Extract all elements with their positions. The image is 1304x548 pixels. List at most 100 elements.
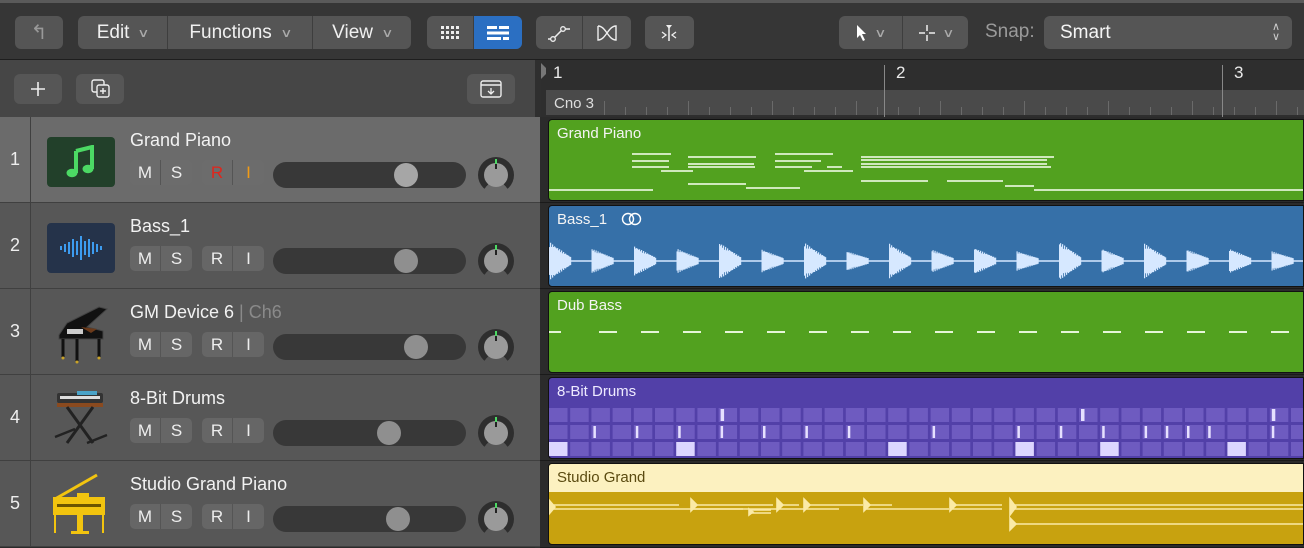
midi-notes <box>549 331 1289 333</box>
volume-slider-handle[interactable] <box>404 335 428 359</box>
drum-hit <box>1144 426 1148 438</box>
mute-solo-group: M S <box>130 504 192 529</box>
volume-slider-handle[interactable] <box>377 421 401 445</box>
waveform-sample <box>740 257 742 265</box>
pan-knob[interactable] <box>478 329 514 365</box>
flex-button[interactable] <box>583 16 631 49</box>
mute-button[interactable]: M <box>130 160 161 185</box>
marquee-crosshair-tool-icon <box>919 24 936 41</box>
record-enable-button[interactable]: R <box>202 160 233 185</box>
midi-region[interactable]: Dub Bass <box>548 291 1304 373</box>
ruler-tick <box>1213 107 1214 115</box>
drum-cell <box>655 408 674 422</box>
input-monitor-button[interactable]: I <box>233 504 264 529</box>
solo-button[interactable]: S <box>161 332 192 357</box>
midi-region[interactable]: Grand Piano <box>548 119 1304 201</box>
mute-button[interactable]: M <box>130 504 161 529</box>
drum-cell <box>570 408 589 422</box>
volume-slider-handle[interactable] <box>394 163 418 187</box>
bar-ruler[interactable]: 1 2 3 <box>546 60 1304 88</box>
input-monitor-button[interactable]: I <box>233 332 264 357</box>
add-track-button[interactable] <box>14 74 62 104</box>
solo-button[interactable]: S <box>161 246 192 271</box>
automation-button[interactable] <box>536 16 583 49</box>
volume-slider[interactable] <box>273 248 466 274</box>
drum-hit <box>720 409 725 421</box>
track-header[interactable]: 4 8-Bit Drums M S R I <box>0 375 540 461</box>
drum-cell <box>1248 425 1268 439</box>
track-name[interactable]: 8-Bit Drums <box>130 388 225 409</box>
input-monitor-button[interactable]: I <box>233 418 264 443</box>
view-menu[interactable]: View ∨ <box>313 16 411 49</box>
drum-cell <box>845 442 865 456</box>
solo-button[interactable]: S <box>161 160 192 185</box>
record-enable-button[interactable]: R <box>202 246 233 271</box>
volume-slider[interactable] <box>273 506 466 532</box>
catch-button[interactable] <box>645 16 694 49</box>
software-instrument-note-icon[interactable] <box>47 137 115 187</box>
input-monitor-button[interactable]: I <box>233 246 264 271</box>
keyboard-stand-icon[interactable] <box>47 391 115 445</box>
drum-cell <box>697 408 716 422</box>
volume-slider[interactable] <box>273 162 466 188</box>
drum-cell <box>824 442 844 456</box>
download-tray-icon <box>480 80 502 98</box>
pan-knob[interactable] <box>478 157 514 193</box>
download-button[interactable] <box>467 74 515 104</box>
pan-knob[interactable] <box>478 415 514 451</box>
timeline-ruler[interactable]: 1 2 3 Cno 3 <box>540 60 1304 117</box>
volume-slider-handle[interactable] <box>394 249 418 273</box>
volume-slider-handle[interactable] <box>386 507 410 531</box>
waveform-sample <box>867 258 869 264</box>
score-region[interactable]: Studio Grand <box>548 463 1304 545</box>
midi-notes <box>549 153 1303 191</box>
record-enable-button[interactable]: R <box>202 504 233 529</box>
track-name[interactable]: Bass_1 <box>130 216 190 237</box>
record-enable-button[interactable]: R <box>202 418 233 443</box>
volume-slider[interactable] <box>273 334 466 360</box>
duplicate-track-button[interactable] <box>76 74 124 104</box>
waveform-sample <box>782 258 784 264</box>
track-header[interactable]: 2 Bass_1 M S R I <box>0 203 540 289</box>
drummer-region[interactable]: 8-Bit Drums <box>548 377 1304 459</box>
input-monitor-button[interactable]: I <box>233 160 264 185</box>
drum-cell <box>1185 442 1204 456</box>
track-header[interactable]: 5 Studio Grand Piano M S R I <box>0 461 540 547</box>
track-name[interactable]: Studio Grand Piano <box>130 474 287 495</box>
drum-cell <box>1121 442 1140 456</box>
studio-grand-piano-icon[interactable] <box>47 473 115 534</box>
solo-button[interactable]: S <box>161 504 192 529</box>
drum-cell <box>1185 408 1204 422</box>
drum-cell <box>782 425 801 439</box>
audio-region[interactable]: Bass_1 <box>548 205 1304 287</box>
chord-track[interactable]: Cno 3 <box>546 90 1304 115</box>
pan-knob[interactable] <box>478 243 514 279</box>
functions-menu[interactable]: Functions ∨ <box>168 16 313 49</box>
grid-view-button[interactable] <box>427 16 474 49</box>
track-name-text: GM Device 6 <box>130 302 235 322</box>
score-notes <box>549 496 1303 532</box>
back-button[interactable]: ↰ <box>15 16 63 49</box>
edit-menu[interactable]: Edit ∨ <box>78 16 168 49</box>
mute-button[interactable]: M <box>130 246 161 271</box>
drum-hit <box>1271 409 1276 421</box>
drum-cell <box>697 425 716 439</box>
tool-group: ∨ ∨ <box>839 16 968 49</box>
pointer-tool-menu[interactable]: ∨ <box>839 16 903 49</box>
track-header[interactable]: 3 GM Device 6 | Ch6 M S R I <box>0 289 540 375</box>
grand-piano-image-icon[interactable] <box>47 306 115 364</box>
volume-slider[interactable] <box>273 420 466 446</box>
audio-waveform-icon[interactable] <box>47 223 115 273</box>
track-name[interactable]: GM Device 6 | Ch6 <box>130 302 282 323</box>
marquee-tool-menu[interactable]: ∨ <box>903 16 968 49</box>
drum-cell <box>1079 425 1098 439</box>
track-name[interactable]: Grand Piano <box>130 130 231 151</box>
solo-button[interactable]: S <box>161 418 192 443</box>
snap-select[interactable]: Smart ∧ ∨ <box>1044 16 1292 49</box>
track-header[interactable]: 1 Grand Piano M S R I <box>0 117 540 203</box>
mute-button[interactable]: M <box>130 332 161 357</box>
mute-button[interactable]: M <box>130 418 161 443</box>
record-enable-button[interactable]: R <box>202 332 233 357</box>
list-view-button[interactable] <box>474 16 522 49</box>
pan-knob[interactable] <box>478 501 514 537</box>
